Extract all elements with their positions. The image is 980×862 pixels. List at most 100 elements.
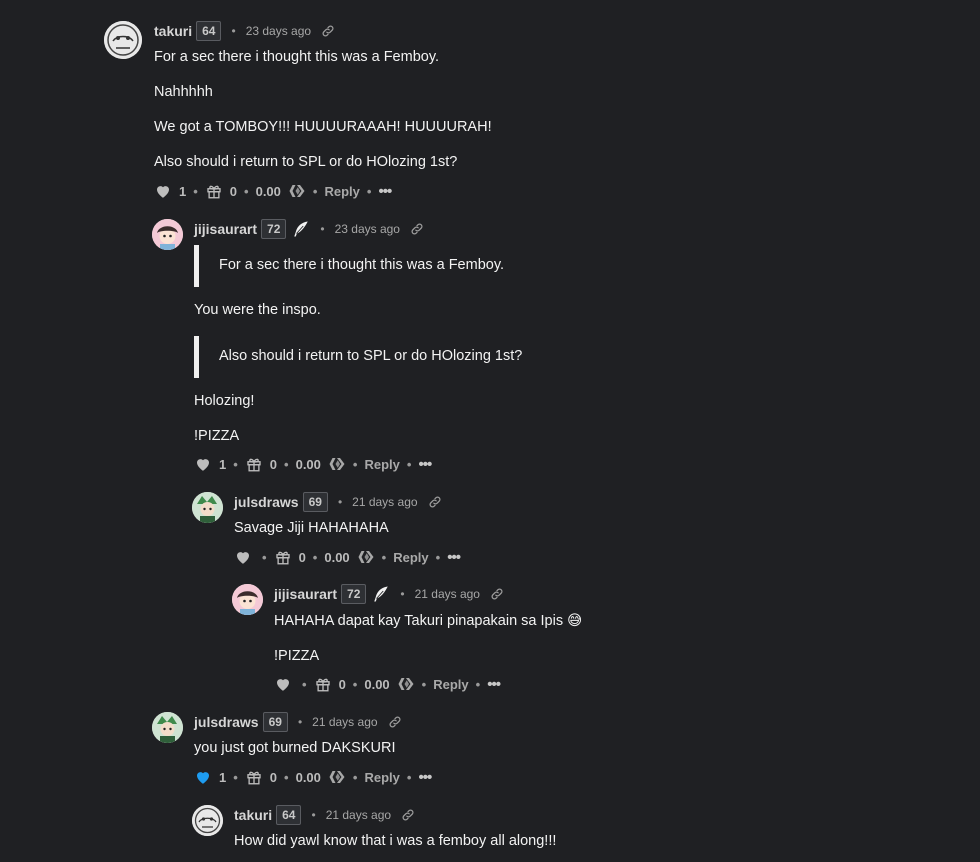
gift-count: 0 bbox=[338, 676, 346, 692]
gift-icon[interactable] bbox=[245, 455, 263, 473]
avatar[interactable] bbox=[192, 492, 223, 523]
comment-meta: jijisaurart 72 • 23 days ago bbox=[194, 219, 424, 239]
gift-count: 0 bbox=[229, 183, 238, 199]
timestamp[interactable]: 21 days ago bbox=[352, 495, 417, 509]
comment-text: Savage Jiji HAHAHAHA bbox=[234, 520, 389, 536]
payout-value[interactable]: 0.00 bbox=[296, 770, 321, 785]
more-options-button[interactable]: ••• bbox=[418, 769, 432, 786]
avatar[interactable] bbox=[152, 219, 183, 250]
timestamp[interactable]: 23 days ago bbox=[246, 24, 311, 38]
reply-button[interactable]: Reply bbox=[364, 457, 399, 472]
reputation-badge: 64 bbox=[196, 21, 222, 41]
gift-count: 0 bbox=[269, 769, 278, 785]
comment-meta: takuri 64 • 21 days ago bbox=[234, 805, 415, 825]
blockquote: For a sec there i thought this was a Fem… bbox=[194, 245, 504, 287]
like-count: 1 bbox=[219, 456, 227, 472]
heart-icon[interactable] bbox=[194, 455, 212, 473]
gift-icon[interactable] bbox=[274, 548, 292, 566]
avatar[interactable] bbox=[192, 805, 223, 836]
comment-text: Holozing! bbox=[194, 393, 255, 409]
timestamp[interactable]: 23 days ago bbox=[335, 222, 400, 236]
comment-text: You were the inspo. bbox=[194, 302, 321, 318]
username[interactable]: jijisaurart bbox=[274, 586, 337, 602]
reputation-badge: 69 bbox=[302, 492, 328, 512]
comment-actions: 1 • 0 • 0.00 • Reply • ••• bbox=[154, 181, 392, 201]
reputation-badge: 72 bbox=[261, 219, 287, 239]
comment-text: We got a TOMBOY!!! HUUUURAAAH! HUUUURAH! bbox=[154, 119, 492, 135]
hive-icon bbox=[328, 768, 346, 786]
timestamp[interactable]: 21 days ago bbox=[326, 808, 391, 822]
more-options-button[interactable]: ••• bbox=[378, 183, 392, 200]
timestamp[interactable]: 21 days ago bbox=[312, 715, 377, 729]
blockquote: Also should i return to SPL or do HOlozi… bbox=[194, 336, 522, 378]
separator-dot: • bbox=[297, 715, 303, 729]
username[interactable]: julsdraws bbox=[194, 714, 259, 730]
timestamp[interactable]: 21 days ago bbox=[415, 587, 480, 601]
comment-actions: 1 • 0 • 0.00 • Reply • ••• bbox=[194, 767, 432, 787]
payout-value[interactable]: 0.00 bbox=[364, 677, 389, 692]
comment-text: !PIZZA bbox=[194, 428, 240, 444]
like-count: 1 bbox=[219, 769, 227, 785]
feather-icon bbox=[372, 585, 390, 603]
reputation-badge: 72 bbox=[341, 584, 367, 604]
gift-count: 0 bbox=[298, 549, 306, 565]
heart-icon[interactable] bbox=[154, 182, 172, 200]
comment-text: !PIZZA bbox=[274, 648, 320, 664]
like-count: 1 bbox=[179, 183, 187, 199]
separator-dot: • bbox=[400, 587, 405, 601]
more-options-button[interactable]: ••• bbox=[418, 456, 432, 473]
comment-text: How did yawl know that i was a femboy al… bbox=[234, 833, 557, 849]
payout-value[interactable]: 0.00 bbox=[296, 457, 321, 472]
link-icon[interactable] bbox=[490, 587, 504, 601]
comment-actions: • 0 • 0.00 • Reply • ••• bbox=[274, 674, 501, 694]
heart-icon[interactable] bbox=[234, 548, 252, 566]
heart-icon[interactable] bbox=[194, 768, 212, 786]
heart-icon[interactable] bbox=[274, 675, 292, 693]
reputation-badge: 69 bbox=[262, 712, 288, 732]
separator-dot: • bbox=[337, 495, 343, 509]
link-icon[interactable] bbox=[401, 808, 415, 822]
reputation-badge: 64 bbox=[276, 805, 302, 825]
quote-text: Also should i return to SPL or do HOlozi… bbox=[219, 348, 523, 364]
username[interactable]: takuri bbox=[234, 807, 272, 823]
gift-count: 0 bbox=[269, 456, 278, 472]
username[interactable]: julsdraws bbox=[234, 494, 299, 510]
hive-icon bbox=[357, 548, 375, 566]
comment-meta: takuri 64 • 23 days ago bbox=[154, 21, 335, 41]
username[interactable]: takuri bbox=[154, 23, 192, 39]
comment-text: HAHAHA dapat kay Takuri pinapakain sa Ip… bbox=[274, 613, 583, 629]
more-options-button[interactable]: ••• bbox=[447, 549, 461, 566]
reply-button[interactable]: Reply bbox=[324, 184, 359, 199]
comment-meta: jijisaurart 72 • 21 days ago bbox=[274, 584, 504, 604]
comment-meta: julsdraws 69 • 21 days ago bbox=[234, 492, 442, 512]
link-icon[interactable] bbox=[428, 495, 442, 509]
gift-icon[interactable] bbox=[205, 182, 223, 200]
payout-value[interactable]: 0.00 bbox=[256, 184, 281, 199]
comment-actions: • 0 • 0.00 • Reply • ••• bbox=[234, 547, 461, 567]
quote-text: For a sec there i thought this was a Fem… bbox=[219, 257, 505, 273]
reply-button[interactable]: Reply bbox=[393, 550, 428, 565]
comment-meta: julsdraws 69 • 21 days ago bbox=[194, 712, 402, 732]
avatar[interactable] bbox=[232, 584, 263, 615]
hive-icon bbox=[397, 675, 415, 693]
avatar[interactable] bbox=[104, 21, 142, 59]
username[interactable]: jijisaurart bbox=[194, 221, 257, 237]
payout-value[interactable]: 0.00 bbox=[324, 550, 349, 565]
comment-text: Nahhhhh bbox=[154, 84, 213, 100]
separator-dot: • bbox=[311, 808, 316, 822]
gift-icon[interactable] bbox=[314, 675, 332, 693]
separator-dot: • bbox=[231, 24, 236, 38]
comment-actions: 1 • 0 • 0.00 • Reply • ••• bbox=[194, 454, 432, 474]
reply-button[interactable]: Reply bbox=[364, 770, 399, 785]
hive-icon bbox=[328, 455, 346, 473]
comment-text: you just got burned DAKSKURI bbox=[194, 740, 396, 756]
link-icon[interactable] bbox=[321, 24, 335, 38]
link-icon[interactable] bbox=[388, 715, 402, 729]
link-icon[interactable] bbox=[410, 222, 424, 236]
reply-button[interactable]: Reply bbox=[433, 677, 468, 692]
comment-text: Also should i return to SPL or do HOlozi… bbox=[154, 154, 458, 170]
avatar[interactable] bbox=[152, 712, 183, 743]
gift-icon[interactable] bbox=[245, 768, 263, 786]
more-options-button[interactable]: ••• bbox=[487, 676, 501, 693]
hive-icon bbox=[288, 182, 306, 200]
